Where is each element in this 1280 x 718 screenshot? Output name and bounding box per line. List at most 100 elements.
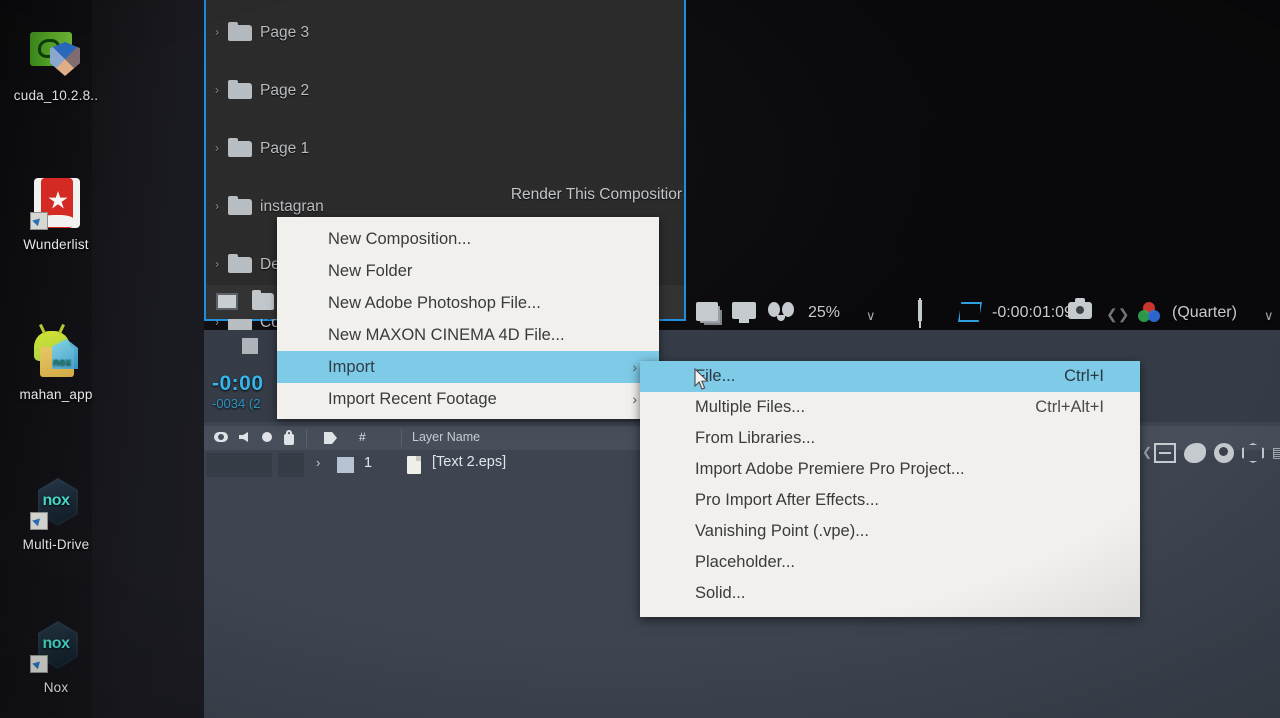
audio-icon[interactable]: [239, 432, 248, 442]
nox-player-icon: nox: [28, 618, 84, 674]
submenu-item-file[interactable]: File... Ctrl+I: [640, 361, 1140, 392]
mask-view-icon[interactable]: [768, 302, 794, 321]
viewer-timecode[interactable]: -0:00:01:09: [992, 304, 1073, 322]
mask-icon[interactable]: [1184, 443, 1206, 463]
show-channel-icon[interactable]: [1138, 302, 1160, 322]
folder-icon: [228, 22, 252, 41]
region-of-interest-icon[interactable]: [958, 302, 982, 322]
desktop-icon-label: Multi-Drive: [22, 537, 90, 552]
right-panel-strip: ❮ ▤: [1140, 440, 1280, 470]
row-switch-group-right[interactable]: [278, 453, 304, 477]
menu-item-import[interactable]: Import ›: [277, 351, 659, 383]
eye-icon[interactable]: [214, 432, 228, 442]
shortcut-overlay-icon: [30, 212, 48, 230]
project-item-label: Page 3: [260, 24, 310, 41]
desktop-icon-mahan-app[interactable]: nox mahan_app: [0, 325, 112, 402]
wunderlist-app-icon: [28, 175, 84, 231]
desktop-icon-label: cuda_10.2.8..: [13, 88, 99, 103]
folder-icon: [228, 138, 252, 157]
layer-name[interactable]: [Text 2.eps]: [432, 454, 506, 470]
menu-item-new-maxon-cinema-4d-file[interactable]: New MAXON CINEMA 4D File...: [277, 319, 659, 351]
layer-number: 1: [364, 455, 373, 471]
chevron-right-icon: ›: [632, 359, 637, 375]
menu-item-label: Import Recent Footage: [328, 390, 497, 408]
project-item-label: Page 2: [260, 82, 310, 99]
collapse-arrow-icon[interactable]: ❮: [1142, 445, 1152, 459]
submenu-item-pro-import-after-effects[interactable]: Pro Import After Effects...: [640, 485, 1140, 516]
submenu-item-multiple-files[interactable]: Multiple Files... Ctrl+Alt+I: [640, 392, 1140, 423]
submenu-item-vanishing-point[interactable]: Vanishing Point (.vpe)...: [640, 516, 1140, 547]
menu-item-import-recent-footage[interactable]: Import Recent Footage ›: [277, 383, 659, 415]
show-snapshot-icon[interactable]: ❮❯: [1106, 306, 1129, 322]
desktop-icon-cuda[interactable]: cuda_10.2.8..: [0, 26, 112, 103]
chevron-right-icon: ›: [632, 391, 637, 407]
submenu-item-label: Import Adobe Premiere Pro Project...: [695, 460, 965, 478]
cube-3d-icon[interactable]: [1242, 443, 1264, 463]
multiple-views-icon[interactable]: [696, 302, 718, 321]
panel-icon[interactable]: [1154, 443, 1176, 463]
submenu-item-label: Solid...: [695, 584, 746, 602]
folder-icon: [228, 254, 252, 273]
resolution-value[interactable]: (Quarter): [1172, 304, 1237, 322]
column-header-layer-name[interactable]: Layer Name: [412, 430, 480, 444]
submenu-item-import-adobe-premiere-pro-project[interactable]: Import Adobe Premiere Pro Project...: [640, 454, 1140, 485]
submenu-item-label: Vanishing Point (.vpe)...: [695, 522, 869, 540]
new-folder-icon[interactable]: [252, 290, 274, 310]
submenu-item-from-libraries[interactable]: From Libraries...: [640, 423, 1140, 454]
submenu-item-label: File...: [695, 367, 736, 385]
twirl-icon[interactable]: ›: [210, 192, 224, 221]
solo-icon[interactable]: [262, 432, 272, 442]
submenu-item-label: From Libraries...: [695, 429, 816, 447]
twirl-icon[interactable]: ›: [210, 134, 224, 163]
project-item-page-2[interactable]: › Page 2: [206, 76, 684, 105]
chevron-down-icon[interactable]: ∨: [1264, 308, 1274, 324]
desktop-icon-label: Nox: [43, 680, 69, 695]
desktop-icon-label: mahan_app: [19, 387, 93, 402]
submenu-item-placeholder[interactable]: Placeholder...: [640, 547, 1140, 578]
project-item-list: › Page 3 › Page 2 › Page 1 › instagran ›: [206, 0, 684, 389]
row-switch-group-left[interactable]: [206, 453, 272, 477]
nox-multidrive-icon: nox: [28, 475, 84, 531]
menu-item-label: New Composition...: [328, 230, 472, 248]
menu-item-new-folder[interactable]: New Folder: [277, 255, 659, 287]
menu-item-new-adobe-photoshop-file[interactable]: New Adobe Photoshop File...: [277, 287, 659, 319]
new-composition-icon[interactable]: [216, 293, 238, 310]
submenu-item-label: Placeholder...: [695, 553, 795, 571]
desktop-icon-multi-drive[interactable]: nox Multi-Drive: [0, 475, 112, 552]
menu-item-new-composition[interactable]: New Composition...: [277, 223, 659, 255]
submenu-item-solid[interactable]: Solid...: [640, 578, 1140, 609]
zoom-level-value[interactable]: 25%: [808, 304, 840, 322]
lock-icon[interactable]: [284, 430, 294, 445]
more-icon[interactable]: ▤: [1272, 444, 1280, 461]
label-color-swatch[interactable]: [337, 457, 354, 473]
take-snapshot-icon[interactable]: [1068, 298, 1092, 319]
monitor-preview-icon[interactable]: [732, 302, 756, 323]
import-submenu[interactable]: File... Ctrl+I Multiple Files... Ctrl+Al…: [640, 361, 1140, 617]
project-item-page-3[interactable]: › Page 3: [206, 18, 684, 47]
twirl-icon[interactable]: ›: [210, 18, 224, 47]
folder-icon: [228, 196, 252, 215]
twirl-icon[interactable]: ›: [210, 76, 224, 105]
folder-icon: [228, 80, 252, 99]
desktop-icon-wunderlist[interactable]: Wunderlist: [0, 175, 112, 252]
label-tag-icon[interactable]: [324, 432, 337, 444]
composition-thumbnail: [242, 338, 258, 354]
shortcut-overlay-icon: [30, 655, 48, 673]
context-menu[interactable]: New Composition... New Folder New Adobe …: [277, 217, 659, 419]
chevron-down-icon[interactable]: ∨: [866, 308, 876, 324]
grid-guides-icon[interactable]: [918, 300, 922, 321]
render-composition-tooltip: Render This Compositior: [510, 186, 682, 203]
twirl-icon[interactable]: ›: [316, 455, 320, 470]
screen-root: cuda_10.2.8.. Wunderlist nox mahan_app n…: [0, 0, 1280, 718]
eye-circle-icon[interactable]: [1214, 443, 1234, 463]
twirl-icon[interactable]: ›: [210, 250, 224, 279]
divider: [306, 429, 307, 447]
menu-item-label: New Folder: [328, 262, 413, 280]
desktop-icon-nox[interactable]: nox Nox: [0, 618, 112, 695]
timeline-current-time[interactable]: -0:00 -0034 (2: [212, 372, 264, 411]
menu-item-label: Import: [328, 358, 375, 376]
android-apk-icon: nox: [28, 325, 84, 381]
project-item-page-1[interactable]: › Page 1: [206, 134, 684, 163]
menu-item-label: New Adobe Photoshop File...: [328, 294, 541, 312]
submenu-item-shortcut: Ctrl+I: [1064, 367, 1104, 385]
